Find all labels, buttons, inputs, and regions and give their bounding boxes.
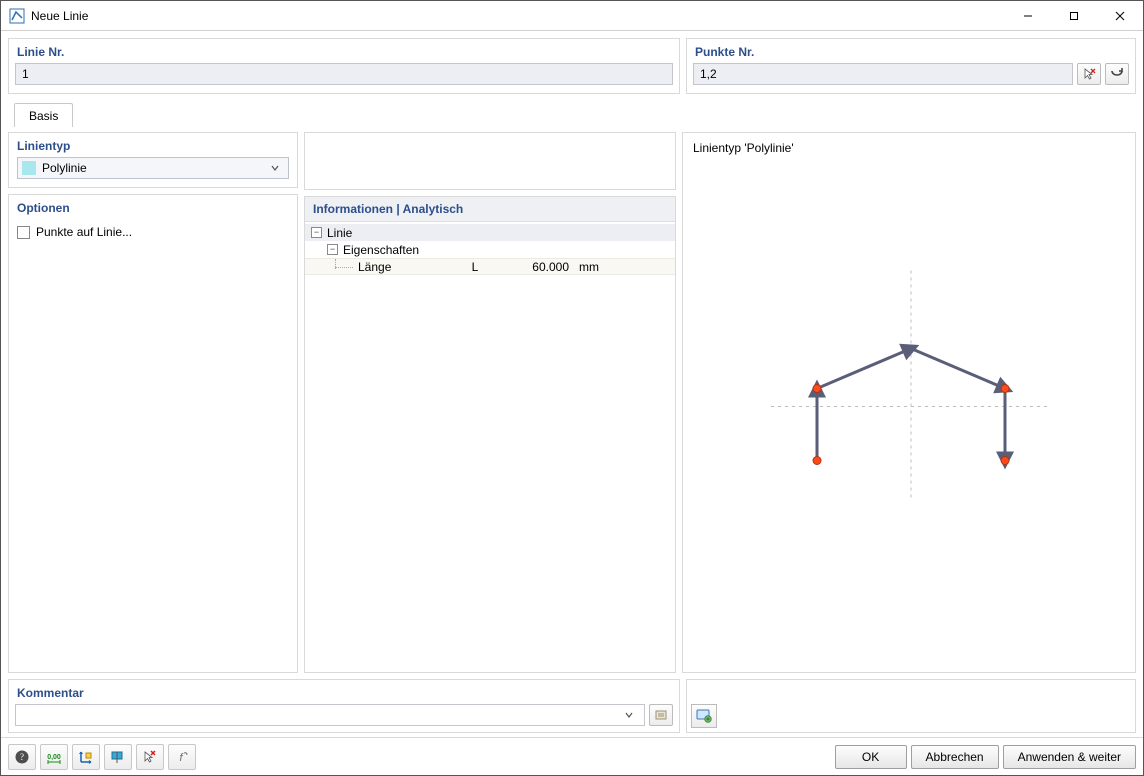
points-no-input[interactable]	[693, 63, 1073, 85]
comment-panel: Kommentar	[8, 679, 680, 733]
collapse-toggle[interactable]: −	[311, 227, 322, 238]
svg-text:f: f	[179, 752, 183, 764]
tab-strip: Basis	[8, 100, 1136, 126]
tab-basis[interactable]: Basis	[14, 103, 73, 127]
line-no-label: Linie Nr.	[9, 39, 679, 63]
right-column: Linientyp 'Polylinie'	[682, 132, 1136, 673]
app-icon	[9, 8, 25, 24]
points-on-line-label: Punkte auf Linie...	[36, 225, 132, 239]
options-label: Optionen	[9, 195, 297, 219]
property-value: 60.000	[495, 260, 575, 274]
property-unit: mm	[575, 260, 615, 274]
info-panel: Informationen | Analytisch − Linie − Eig…	[304, 196, 676, 673]
reverse-order-button[interactable]	[1105, 63, 1129, 85]
collapse-toggle[interactable]: −	[327, 244, 338, 255]
comment-dropdown[interactable]	[15, 704, 645, 726]
help-button[interactable]: ?	[8, 744, 36, 770]
line-no-fieldset: Linie Nr.	[8, 38, 680, 94]
chevron-down-icon	[624, 710, 640, 720]
dialog-content: Linie Nr. Punkte Nr.	[1, 31, 1143, 737]
apply-next-button[interactable]: Anwenden & weiter	[1003, 745, 1136, 769]
minimize-button[interactable]	[1005, 1, 1051, 30]
reverse-arrow-icon	[1109, 67, 1125, 81]
units-button[interactable]: 0,00	[40, 744, 68, 770]
tree-node-props[interactable]: − Eigenschaften	[305, 241, 675, 258]
dialog-window: Neue Linie Linie Nr. Punkte Nr.	[0, 0, 1144, 776]
polyline-preview-svg	[689, 155, 1129, 666]
mid-column: Informationen | Analytisch − Linie − Eig…	[304, 132, 676, 673]
units-icon: 0,00	[45, 749, 63, 765]
linetype-selected: Polylinie	[42, 161, 270, 175]
tree-node-props-label: Eigenschaften	[343, 243, 419, 257]
flag-icon	[110, 749, 126, 765]
bottom-row: Kommentar	[8, 679, 1136, 733]
linetype-dropdown[interactable]: Polylinie	[17, 157, 289, 179]
preview-panel: Linientyp 'Polylinie'	[682, 132, 1136, 673]
middle-area: Linientyp Polylinie Optionen Punkte auf …	[8, 132, 1136, 673]
line-no-input[interactable]	[15, 63, 673, 85]
info-tree: − Linie − Eigenschaften Länge L 60.000	[305, 222, 675, 277]
comment-label: Kommentar	[9, 680, 679, 704]
tree-node-line[interactable]: − Linie	[305, 224, 675, 241]
svg-text:0,00: 0,00	[47, 754, 61, 761]
coord-tool-button[interactable]	[72, 744, 100, 770]
cancel-button[interactable]: Abbrechen	[911, 745, 999, 769]
close-button[interactable]	[1097, 1, 1143, 30]
linetype-panel: Linientyp Polylinie	[8, 132, 298, 188]
flag-tool-button[interactable]	[104, 744, 132, 770]
preview-toolbar-panel	[686, 679, 1136, 733]
linetype-label: Linientyp	[9, 133, 297, 157]
display-settings-icon	[696, 708, 712, 724]
preview-canvas	[689, 155, 1129, 666]
property-name: Länge	[305, 260, 455, 274]
preview-settings-button[interactable]	[691, 704, 717, 728]
number-row: Linie Nr. Punkte Nr.	[8, 38, 1136, 94]
info-heading: Informationen | Analytisch	[305, 197, 675, 222]
pick-points-button[interactable]	[1077, 63, 1101, 85]
property-row-length[interactable]: Länge L 60.000 mm	[305, 258, 675, 275]
property-symbol: L	[455, 260, 495, 274]
pick-cursor-icon	[1082, 67, 1096, 81]
titlebar: Neue Linie	[1, 1, 1143, 31]
coord-axis-icon	[78, 749, 94, 765]
function-tool-button[interactable]: f	[168, 744, 196, 770]
options-panel: Optionen Punkte auf Linie...	[8, 194, 298, 673]
delete-point-button[interactable]	[136, 744, 164, 770]
maximize-button[interactable]	[1051, 1, 1097, 30]
tree-node-line-label: Linie	[327, 226, 352, 240]
linetype-color-swatch	[22, 161, 36, 175]
ok-button[interactable]: OK	[835, 745, 907, 769]
window-title: Neue Linie	[31, 9, 88, 23]
points-on-line-checkbox[interactable]	[17, 226, 30, 239]
function-icon: f	[174, 749, 190, 765]
preview-label: Linientyp 'Polylinie'	[683, 133, 1135, 155]
footer: ? 0,00	[1, 737, 1143, 775]
blank-spacer-panel	[304, 132, 676, 190]
points-no-label: Punkte Nr.	[687, 39, 1135, 63]
comment-apply-icon	[654, 708, 668, 722]
chevron-down-icon	[270, 163, 286, 173]
left-column: Linientyp Polylinie Optionen Punkte auf …	[8, 132, 298, 673]
delete-cursor-icon	[142, 749, 158, 765]
points-on-line-row[interactable]: Punkte auf Linie...	[9, 219, 297, 245]
svg-text:?: ?	[20, 752, 24, 762]
points-no-fieldset: Punkte Nr.	[686, 38, 1136, 94]
comment-action-button[interactable]	[649, 704, 673, 726]
help-icon: ?	[14, 749, 30, 765]
